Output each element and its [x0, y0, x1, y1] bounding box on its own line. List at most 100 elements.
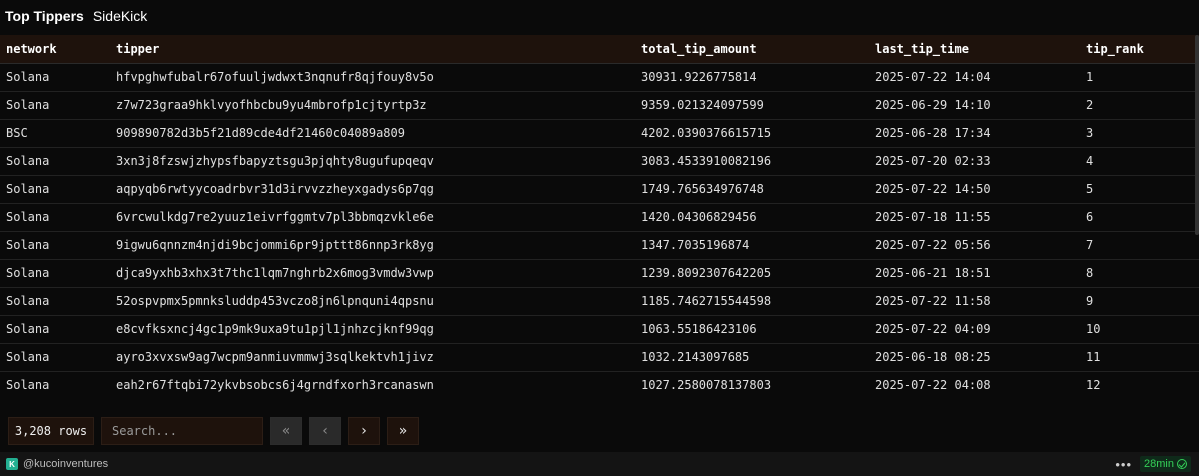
cell-network: Solana: [0, 63, 110, 92]
cell-network: Solana: [0, 287, 110, 316]
cell-tipper: e8cvfksxncj4gc1p9mk9uxa9tu1pjl1jnhzcjknf…: [110, 315, 635, 344]
cell-network: Solana: [0, 147, 110, 176]
footer-bar: K @kucoinventures ••• 28min: [0, 452, 1199, 476]
cell-tip-rank: 10: [1080, 315, 1199, 344]
cell-tip-rank: 3: [1080, 119, 1199, 148]
first-page-button[interactable]: «: [270, 417, 302, 445]
cell-last-tip-time: 2025-07-22 04:08: [869, 371, 1080, 399]
cell-network: Solana: [0, 371, 110, 399]
cell-total-tip-amount: 1032.2143097685: [635, 343, 869, 372]
chevron-right-icon: ›: [361, 423, 367, 439]
cell-tipper: aqpyqb6rwtyycoadrbvr31d3irvvzzheyxgadys6…: [110, 175, 635, 204]
pagination-bar: 3,208 rows « ‹ › »: [8, 417, 419, 445]
more-dots-icon[interactable]: •••: [1115, 457, 1132, 472]
cell-total-tip-amount: 1063.55186423106: [635, 315, 869, 344]
cell-tip-rank: 12: [1080, 371, 1199, 399]
cell-total-tip-amount: 9359.021324097599: [635, 91, 869, 120]
cell-network: Solana: [0, 91, 110, 120]
table-row[interactable]: Solana ayro3xvxsw9ag7wcpm9anmiuvmmwj3sqlk…: [0, 343, 1199, 372]
cell-last-tip-time: 2025-06-28 17:34: [869, 119, 1080, 148]
cell-last-tip-time: 2025-06-29 14:10: [869, 91, 1080, 120]
cell-tipper: z7w723graa9hklvyofhbcbu9yu4mbrofp1cjtyrt…: [110, 91, 635, 120]
cell-tipper: eah2r67ftqbi72ykvbsobcs6j4grndfxorh3rcan…: [110, 371, 635, 399]
cell-last-tip-time: 2025-07-22 11:58: [869, 287, 1080, 316]
freshness-badge[interactable]: 28min: [1140, 456, 1191, 472]
cell-tip-rank: 9: [1080, 287, 1199, 316]
cell-network: BSC: [0, 119, 110, 148]
column-header-tip-rank[interactable]: tip_rank: [1080, 35, 1199, 64]
cell-last-tip-time: 2025-07-20 02:33: [869, 147, 1080, 176]
cell-tip-rank: 8: [1080, 259, 1199, 288]
credit[interactable]: K @kucoinventures: [6, 458, 108, 470]
cell-tip-rank: 5: [1080, 175, 1199, 204]
cell-total-tip-amount: 1347.7035196874: [635, 231, 869, 260]
column-header-network[interactable]: network: [0, 35, 110, 64]
table-row[interactable]: Solana aqpyqb6rwtyycoadrbvr31d3irvvzzheyx…: [0, 175, 1199, 204]
cell-last-tip-time: 2025-07-22 04:09: [869, 315, 1080, 344]
table-body: Solana hfvpghwfubalr67ofuuljwdwxt3nqnufr8…: [0, 63, 1199, 399]
column-header-tipper[interactable]: tipper: [110, 35, 635, 64]
cell-network: Solana: [0, 231, 110, 260]
cell-last-tip-time: 2025-06-18 08:25: [869, 343, 1080, 372]
cell-total-tip-amount: 1027.2580078137803: [635, 371, 869, 399]
last-page-button[interactable]: »: [387, 417, 419, 445]
next-page-button[interactable]: ›: [348, 417, 380, 445]
table-row[interactable]: Solana z7w723graa9hklvyofhbcbu9yu4mbrofp1…: [0, 91, 1199, 120]
cell-last-tip-time: 2025-07-22 14:04: [869, 63, 1080, 92]
cell-tipper: 9igwu6qnnzm4njdi9bcjommi6pr9jpttt86nnp3r…: [110, 231, 635, 260]
cell-total-tip-amount: 1420.04306829456: [635, 203, 869, 232]
cell-tip-rank: 6: [1080, 203, 1199, 232]
cell-tip-rank: 1: [1080, 63, 1199, 92]
table-header-row: network tipper total_tip_amount last_tip…: [0, 35, 1199, 64]
cell-tip-rank: 7: [1080, 231, 1199, 260]
results-table-container[interactable]: network tipper total_tip_amount last_tip…: [0, 35, 1199, 399]
cell-last-tip-time: 2025-07-18 11:55: [869, 203, 1080, 232]
table-row[interactable]: Solana eah2r67ftqbi72ykvbsobcs6j4grndfxor…: [0, 371, 1199, 399]
cell-last-tip-time: 2025-07-22 05:56: [869, 231, 1080, 260]
freshness-label: 28min: [1144, 458, 1174, 470]
page-subtitle: SideKick: [92, 8, 148, 24]
cell-last-tip-time: 2025-07-22 14:50: [869, 175, 1080, 204]
cell-tipper: ayro3xvxsw9ag7wcpm9anmiuvmmwj3sqlkektvh1…: [110, 343, 635, 372]
double-chevron-right-icon: »: [398, 423, 408, 439]
table-row[interactable]: BSC 909890782d3b5f21d89cde4df21460c04089a…: [0, 119, 1199, 148]
prev-page-button[interactable]: ‹: [309, 417, 341, 445]
cell-tipper: 909890782d3b5f21d89cde4df21460c04089a809: [110, 119, 635, 148]
cell-tip-rank: 2: [1080, 91, 1199, 120]
cell-tipper: 6vrcwulkdg7re2yuuz1eivrfggmtv7pl3bbmqzvk…: [110, 203, 635, 232]
cell-total-tip-amount: 3083.4533910082196: [635, 147, 869, 176]
table-row[interactable]: Solana 6vrcwulkdg7re2yuuz1eivrfggmtv7pl3b…: [0, 203, 1199, 232]
cell-total-tip-amount: 1749.765634976748: [635, 175, 869, 204]
cell-tip-rank: 4: [1080, 147, 1199, 176]
cell-total-tip-amount: 4202.0390376615715: [635, 119, 869, 148]
cell-network: Solana: [0, 315, 110, 344]
footer-right: ••• 28min: [1115, 456, 1191, 472]
title-bar: Top Tippers SideKick: [0, 0, 1199, 32]
check-circle-icon: [1177, 459, 1187, 469]
column-header-last-tip-time[interactable]: last_tip_time: [869, 35, 1080, 64]
kucoin-logo-icon: K: [6, 458, 18, 470]
table-row[interactable]: Solana 9igwu6qnnzm4njdi9bcjommi6pr9jpttt8…: [0, 231, 1199, 260]
results-table: network tipper total_tip_amount last_tip…: [0, 35, 1199, 399]
double-chevron-left-icon: «: [281, 423, 291, 439]
cell-total-tip-amount: 1239.8092307642205: [635, 259, 869, 288]
search-input[interactable]: [101, 417, 263, 445]
cell-network: Solana: [0, 259, 110, 288]
cell-tipper: 52ospvpmx5pmnksluddp453vczo8jn6lpnquni4q…: [110, 287, 635, 316]
cell-network: Solana: [0, 175, 110, 204]
cell-total-tip-amount: 1185.7462715544598: [635, 287, 869, 316]
row-count-badge: 3,208 rows: [8, 417, 94, 445]
credit-handle: @kucoinventures: [23, 458, 109, 470]
table-row[interactable]: Solana djca9yxhb3xhx3t7thc1lqm7nghrb2x6mo…: [0, 259, 1199, 288]
cell-tipper: 3xn3j8fzswjzhypsfbapyztsgu3pjqhty8ugufup…: [110, 147, 635, 176]
table-row[interactable]: Solana 3xn3j8fzswjzhypsfbapyztsgu3pjqhty8…: [0, 147, 1199, 176]
cell-total-tip-amount: 30931.9226775814: [635, 63, 869, 92]
table-row[interactable]: Solana 52ospvpmx5pmnksluddp453vczo8jn6lpn…: [0, 287, 1199, 316]
table-scrollbar[interactable]: [1195, 35, 1199, 235]
table-row[interactable]: Solana e8cvfksxncj4gc1p9mk9uxa9tu1pjl1jnh…: [0, 315, 1199, 344]
chevron-left-icon: ‹: [322, 423, 328, 439]
table-row[interactable]: Solana hfvpghwfubalr67ofuuljwdwxt3nqnufr8…: [0, 63, 1199, 92]
cell-tipper: djca9yxhb3xhx3t7thc1lqm7nghrb2x6mog3vmdw…: [110, 259, 635, 288]
column-header-total-tip-amount[interactable]: total_tip_amount: [635, 35, 869, 64]
page-title: Top Tippers: [5, 8, 84, 24]
